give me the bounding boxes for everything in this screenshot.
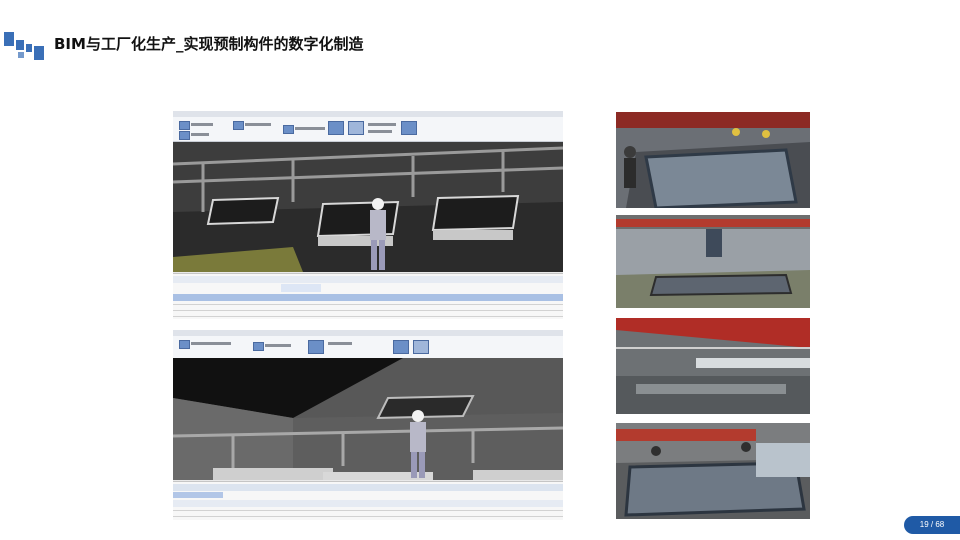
ribbon-toolbar [173,111,563,142]
blue-squares-logo-icon [4,32,46,62]
factory-3d-scene [173,142,563,272]
factory-photo-mold-assembly [616,112,810,208]
page-number-badge: 19 / 68 [904,516,960,534]
bim-model-view-top [173,111,563,319]
factory-photo-workshop-overview [616,318,810,414]
factory-photo-crane-mold [616,215,810,308]
bim-model-view-bottom [173,330,563,520]
factory-3d-scene [173,358,563,480]
factory-photo-workers-mold [616,423,810,519]
page-title: BIM与工厂化生产_实现预制构件的数字化制造 [54,35,364,53]
ribbon-toolbar [173,330,563,359]
